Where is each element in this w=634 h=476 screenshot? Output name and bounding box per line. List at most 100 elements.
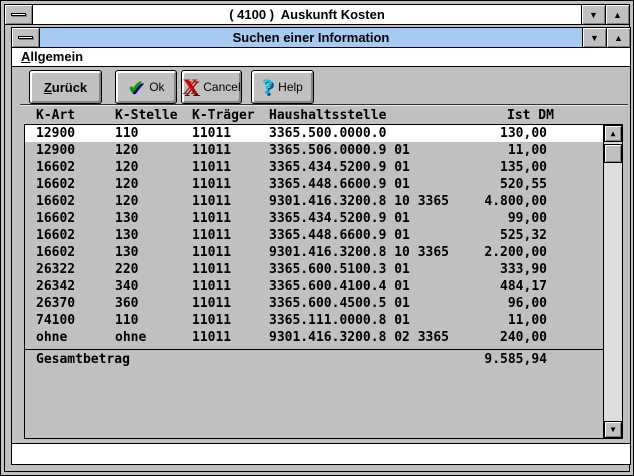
arrow-down-icon: ▼ [611, 425, 616, 434]
cell-k-traeger: 11011 [192, 261, 231, 278]
cell-haushaltsstelle: 9301.416.3200.8 10 3365 [269, 244, 449, 261]
table-rows: 12900110110113365.500.0000.0130,00129001… [25, 125, 603, 346]
scroll-down-button[interactable]: ▼ [604, 421, 622, 438]
table-row[interactable]: ohneohne110119301.416.3200.8 02 3365240,… [25, 329, 603, 346]
child-minimize-button[interactable]: ▼ [582, 28, 606, 47]
table-row[interactable]: 74100110110113365.111.0000.8 0111,00 [25, 312, 603, 329]
cell-k-art: 26342 [36, 278, 75, 295]
cell-haushaltsstelle: 3365.448.6600.9 01 [269, 227, 410, 244]
ok-button[interactable]: ✔ Ok [115, 70, 177, 104]
results-pane: K-ArtK-StelleK-TrägerHaushaltsstelleIst … [12, 105, 630, 443]
scrollbar-thumb[interactable] [604, 144, 622, 163]
menu-item-allgemein[interactable]: Allgemein [21, 48, 83, 66]
table-row[interactable]: 16602130110119301.416.3200.8 10 33652.20… [25, 244, 603, 261]
cell-k-traeger: 11011 [192, 142, 231, 159]
maximize-icon: ▲ [613, 10, 622, 20]
table-row[interactable]: 16602 120 11011 3365.448.6600.9 01 520,55 [25, 176, 603, 193]
total-row: Gesamtbetrag 9.585,94 [25, 350, 603, 367]
child-window-title: Suchen einer Information [40, 28, 582, 47]
col-k-art: K-Art [36, 108, 75, 123]
help-button-label: Help [278, 80, 303, 94]
cancel-button[interactable]: X Cancel [181, 70, 242, 104]
table-row[interactable]: 12900 110 11011 3365.500.0000.0 130,00 [25, 125, 603, 142]
cell-k-stelle: 120 [115, 176, 138, 193]
cell-ist-dm: 4.800,00 [484, 193, 547, 210]
cell-k-traeger: 11011 [192, 278, 231, 295]
child-maximize-button[interactable]: ▲ [606, 28, 630, 47]
menubar: Allgemein [12, 48, 630, 67]
vertical-scrollbar[interactable]: ▲ ▼ [603, 125, 622, 438]
mdi-client-area: Suchen einer Information ▼ ▲ Allgemein Z… [5, 25, 629, 471]
cell-k-art: 12900 [36, 125, 75, 142]
cell-k-traeger: 11011 [192, 193, 231, 210]
cell-k-stelle: 120 [115, 142, 138, 159]
cell-k-stelle: 360 [115, 295, 138, 312]
check-icon: ✔ [127, 76, 144, 98]
cell-ist-dm: 11,00 [508, 312, 547, 329]
minimize-icon: ▼ [589, 10, 598, 20]
cell-k-stelle: 120 [115, 193, 138, 210]
cell-haushaltsstelle: 3365.111.0000.8 01 [269, 312, 410, 329]
cell-k-art: 16602 [36, 210, 75, 227]
cell-k-art: 16602 [36, 176, 75, 193]
cell-k-traeger: 11011 [192, 210, 231, 227]
cell-haushaltsstelle: 3365.434.5200.9 01 [269, 210, 410, 227]
cell-ist-dm: 130,00 [500, 125, 547, 142]
cell-haushaltsstelle: 3365.500.0000.0 [269, 125, 386, 142]
cell-ist-dm: 520,55 [500, 176, 547, 193]
cell-k-traeger: 11011 [192, 244, 231, 261]
table-row[interactable]: 26322220110113365.600.5100.3 01333,90 [25, 261, 603, 278]
maximize-icon: ▲ [614, 33, 623, 43]
cell-haushaltsstelle: 9301.416.3200.8 02 3365 [269, 329, 449, 346]
system-menu-icon [18, 36, 33, 39]
table-row[interactable]: 16602120110119301.416.3200.8 10 33654.80… [25, 193, 603, 210]
table-row[interactable]: 12900120110113365.506.0000.9 0111,00 [25, 142, 603, 159]
cell-k-art: 16602 [36, 227, 75, 244]
cell-k-stelle: 120 [115, 159, 138, 176]
cell-k-art: 16602 [36, 244, 75, 261]
x-icon: X [182, 76, 198, 98]
outer-maximize-button[interactable]: ▲ [605, 5, 629, 24]
cell-ist-dm: 96,00 [508, 295, 547, 312]
cell-ist-dm: 240,00 [500, 329, 547, 346]
cancel-button-label: Cancel [203, 80, 240, 94]
minimize-icon: ▼ [590, 33, 599, 43]
table-row[interactable]: 16602120110113365.434.5200.9 01135,00 [25, 159, 603, 176]
cell-haushaltsstelle: 3365.600.4500.5 01 [269, 295, 410, 312]
cell-k-art: 12900 [36, 142, 75, 159]
cell-k-stelle: 220 [115, 261, 138, 278]
cell-k-art: ohne [36, 329, 67, 346]
table-header: K-ArtK-StelleK-TrägerHaushaltsstelleIst … [25, 108, 619, 124]
col-k-stelle: K-Stelle [115, 108, 178, 123]
cell-k-art: 16602 [36, 193, 75, 210]
cell-ist-dm: 11,00 [508, 142, 547, 159]
question-icon: ? [262, 76, 273, 98]
help-button[interactable]: ? Help [251, 70, 314, 104]
cell-haushaltsstelle: 3365.448.6600.9 01 [269, 176, 410, 193]
cell-k-art: 26370 [36, 295, 75, 312]
cell-k-traeger: 11011 [192, 312, 231, 329]
table-row[interactable]: 26342340110113365.600.4100.4 01484,17 [25, 278, 603, 295]
cell-ist-dm: 484,17 [500, 278, 547, 295]
child-system-menu-button[interactable] [12, 28, 40, 47]
cell-k-stelle: 130 [115, 244, 138, 261]
outer-minimize-button[interactable]: ▼ [581, 5, 605, 24]
table-row[interactable]: 26370 360 11011 3365.600.4500.5 01 96,00 [25, 295, 603, 312]
cell-haushaltsstelle: 3365.600.5100.3 01 [269, 261, 410, 278]
table-row[interactable]: 16602130110113365.448.6600.9 01525,32 [25, 227, 603, 244]
results-listbox: 12900110110113365.500.0000.0130,00129001… [24, 124, 623, 439]
cell-ist-dm: 525,32 [500, 227, 547, 244]
cell-k-traeger: 11011 [192, 176, 231, 193]
arrow-up-icon: ▲ [611, 129, 616, 138]
zurueck-button[interactable]: Zurück [29, 70, 102, 104]
cell-k-traeger: 11011 [192, 295, 231, 312]
outer-system-menu-button[interactable] [5, 5, 33, 24]
cell-haushaltsstelle: 3365.600.4100.4 01 [269, 278, 410, 295]
cell-k-stelle: 110 [115, 125, 138, 142]
col-haushaltsstelle: Haushaltsstelle [269, 108, 386, 123]
table-row[interactable]: 16602130110113365.434.5200.9 0199,00 [25, 210, 603, 227]
cell-ist-dm: 99,00 [508, 210, 547, 227]
cell-k-traeger: 11011 [192, 125, 231, 142]
scroll-up-button[interactable]: ▲ [604, 125, 622, 142]
cell-k-art: 26322 [36, 261, 75, 278]
